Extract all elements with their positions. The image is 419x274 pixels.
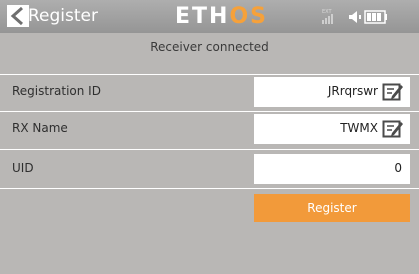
form-row-registration-id: Registration ID JRrqrswr [0, 74, 419, 111]
top-bar: Register ETHOS EXT [0, 0, 419, 33]
uid-value: 0 [394, 161, 402, 175]
rx-name-field[interactable]: TWMX [254, 114, 410, 144]
register-button[interactable]: Register [254, 194, 410, 222]
logo-accent-text: OS [229, 4, 268, 29]
signal-icon [322, 14, 333, 24]
rx-name-label: RX Name [12, 121, 68, 135]
form-row-uid: UID 0 [0, 151, 419, 188]
ethos-logo: ETHOS [175, 4, 268, 30]
divider [0, 188, 419, 189]
connection-status: Receiver connected [150, 40, 269, 54]
logo-main-text: ETH [175, 4, 230, 29]
battery-icon [364, 10, 387, 24]
uid-label: UID [12, 161, 34, 175]
edit-icon[interactable] [382, 82, 404, 102]
status-icons: EXT [322, 9, 387, 24]
ext-label: EXT [322, 9, 332, 15]
edit-icon[interactable] [382, 119, 404, 139]
back-chevron-icon[interactable] [7, 5, 29, 27]
registration-id-value: JRrqrswr [327, 84, 378, 98]
rx-name-value: TWMX [340, 121, 378, 135]
speaker-icon [349, 11, 361, 23]
registration-id-label: Registration ID [12, 84, 101, 98]
registration-id-field[interactable]: JRrqrswr [254, 77, 410, 107]
form-row-rx-name: RX Name TWMX [0, 111, 419, 148]
page-title: Register [28, 6, 98, 26]
divider [0, 149, 419, 150]
uid-field[interactable]: 0 [254, 154, 410, 184]
